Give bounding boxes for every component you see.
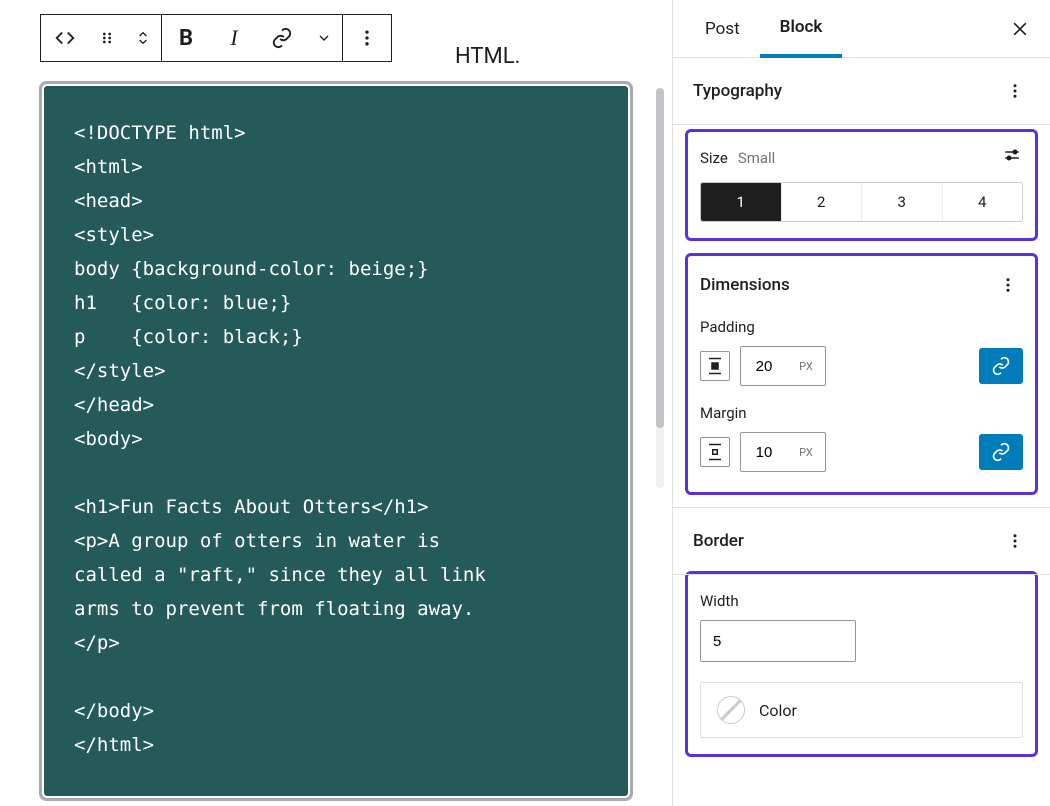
margin-link-icon[interactable] [979, 434, 1023, 470]
bold-button[interactable]: B [162, 15, 210, 61]
code-block[interactable]: <!DOCTYPE html> <html> <head> <style> bo… [44, 86, 628, 796]
border-panel-header: Border [673, 507, 1050, 575]
color-swatch-none-icon [717, 696, 745, 724]
margin-unit[interactable]: PX [787, 433, 825, 471]
editor-area: B I HTML. <!DOCTYPE html> <html> <head> … [0, 0, 672, 806]
typography-options-icon[interactable] [1000, 76, 1030, 106]
margin-input: PX [740, 432, 826, 472]
size-option-2[interactable]: 2 [782, 183, 863, 221]
typography-panel-header: Typography [673, 58, 1050, 125]
settings-sidebar: Post Block Typography Size Small 1 2 3 [672, 0, 1050, 806]
scrollbar-thumb[interactable] [656, 88, 664, 428]
padding-input: PX [740, 346, 826, 386]
dimensions-group: Dimensions Padding PX Margin [685, 253, 1038, 495]
tab-post[interactable]: Post [685, 0, 760, 58]
padding-value-field[interactable] [741, 347, 787, 385]
border-color-row[interactable]: Color [700, 682, 1023, 738]
margin-value-field[interactable] [741, 433, 787, 471]
border-title: Border [693, 531, 744, 551]
typography-size-group: Size Small 1 2 3 4 [685, 129, 1038, 241]
size-option-1[interactable]: 1 [701, 183, 782, 221]
block-toolbar: B I [40, 14, 392, 62]
size-option-3[interactable]: 3 [862, 183, 943, 221]
padding-unit[interactable]: PX [787, 347, 825, 385]
border-width-input: PX [700, 620, 856, 662]
html-block-icon[interactable] [41, 15, 89, 61]
dimensions-options-icon[interactable] [993, 270, 1023, 300]
italic-button[interactable]: I [210, 15, 258, 61]
size-segmented-control: 1 2 3 4 [700, 182, 1023, 222]
border-options-icon[interactable] [1000, 526, 1030, 556]
width-label: Width [700, 592, 1023, 610]
trailing-text: HTML. [455, 44, 520, 69]
margin-label: Margin [700, 404, 1023, 422]
border-color-label: Color [759, 701, 797, 720]
border-group: Width PX Color [685, 571, 1038, 757]
padding-link-icon[interactable] [979, 348, 1023, 384]
scrollbar-track [656, 88, 664, 488]
tab-block[interactable]: Block [760, 0, 843, 58]
typography-title: Typography [693, 81, 782, 101]
link-button[interactable] [258, 15, 306, 61]
padding-sides-icon[interactable] [700, 351, 730, 381]
dropdown-icon[interactable] [306, 15, 342, 61]
size-option-4[interactable]: 4 [943, 183, 1023, 221]
size-label: Size Small [700, 148, 775, 167]
more-options-icon[interactable] [343, 15, 391, 61]
margin-sides-icon[interactable] [700, 437, 730, 467]
dimensions-title: Dimensions [700, 275, 790, 295]
border-width-field[interactable] [701, 621, 856, 661]
custom-size-icon[interactable] [1001, 146, 1023, 168]
move-up-down-icon[interactable] [125, 15, 161, 61]
sidebar-tabs: Post Block [673, 0, 1050, 58]
close-icon[interactable] [1002, 11, 1038, 47]
padding-label: Padding [700, 318, 1023, 336]
drag-handle-icon[interactable] [89, 15, 125, 61]
